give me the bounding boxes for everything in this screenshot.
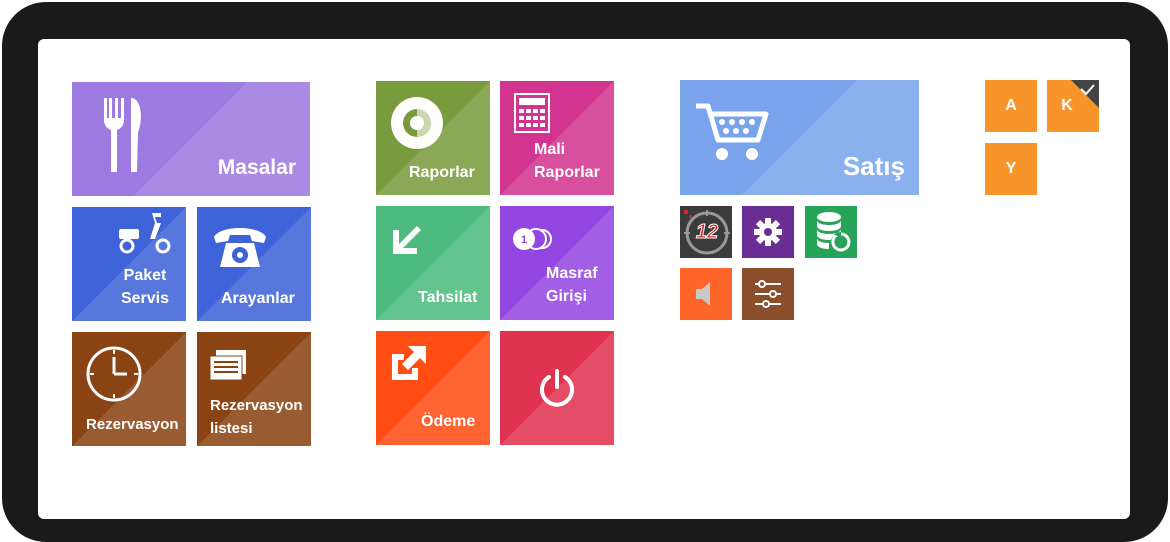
scooter-icon: [119, 213, 171, 254]
masalar-tile[interactable]: Masalar: [72, 82, 310, 196]
label-line: Raporlar: [534, 164, 600, 181]
letter-a-button[interactable]: A: [985, 80, 1037, 132]
day-counter-tile[interactable]: 12: [680, 206, 732, 258]
speaker-icon: [696, 282, 710, 306]
paket-servis-tile[interactable]: Paket Servis: [72, 207, 186, 321]
tahsilat-label: Tahsilat: [418, 289, 478, 306]
sound-tile[interactable]: [680, 268, 732, 320]
shopping-cart-icon: [696, 103, 769, 160]
label-line: Girişi: [546, 288, 587, 305]
calculator-icon: [514, 93, 550, 133]
power-icon: [540, 369, 574, 407]
settings-tile[interactable]: [742, 206, 794, 258]
telephone-icon: [214, 228, 266, 267]
label-line: Mali: [534, 141, 566, 158]
rezervasyon-tile[interactable]: Rezervasyon: [72, 332, 186, 446]
sliders-tile[interactable]: [742, 268, 794, 320]
masraf-girisi-label: Masraf Girişi: [546, 262, 598, 308]
satis-label: Satış: [842, 151, 905, 181]
database-tile[interactable]: [805, 206, 857, 258]
mali-raporlar-tile[interactable]: Mali Raporlar: [500, 81, 614, 195]
mali-raporlar-label: Mali Raporlar: [534, 138, 600, 184]
raporlar-tile[interactable]: Raporlar: [376, 81, 490, 195]
raporlar-label: Raporlar: [409, 164, 475, 181]
label-line: Masraf: [546, 265, 598, 282]
coins-icon: 1: [513, 228, 552, 250]
masalar-label: Masalar: [217, 156, 296, 179]
rezervasyon-listesi-tile[interactable]: Rezervasyon listesi: [197, 332, 311, 446]
database-refresh-icon: [817, 212, 851, 252]
power-tile[interactable]: [500, 331, 614, 445]
arayanlar-tile[interactable]: Arayanlar: [197, 207, 311, 321]
fork-knife-icon: [104, 98, 141, 172]
svg-text:1: 1: [521, 234, 527, 246]
sliders-icon: [755, 280, 781, 308]
list-icon: [210, 350, 246, 380]
checkmark-corner-icon: [1071, 80, 1099, 108]
masraf-girisi-tile[interactable]: 1 Masraf Girişi: [500, 206, 614, 320]
arrow-down-left-icon: [393, 226, 421, 254]
rezervasyon-listesi-label: Rezervasyon listesi: [210, 394, 303, 440]
paket-servis-label: Paket Servis: [112, 264, 178, 310]
letter-k-button[interactable]: K: [1047, 80, 1099, 132]
label-line: Rezervasyon: [210, 397, 303, 414]
label-line: Paket: [123, 267, 167, 284]
label-line: listesi: [210, 420, 253, 437]
odeme-tile[interactable]: Ödeme: [376, 331, 490, 445]
gear-icon: [754, 218, 782, 246]
letter-y-button[interactable]: Y: [985, 143, 1037, 195]
pie-chart-icon: [391, 97, 443, 149]
label-line: Servis: [120, 290, 170, 307]
clock-icon: [86, 346, 142, 402]
tahsilat-tile[interactable]: Tahsilat: [376, 206, 490, 320]
satis-tile[interactable]: Satış: [680, 80, 919, 195]
odeme-label: Ödeme: [421, 413, 476, 430]
rezervasyon-label: Rezervasyon: [86, 416, 179, 433]
arrow-up-right-icon: [392, 346, 426, 380]
day-counter-text: 12: [695, 221, 719, 244]
arayanlar-label: Arayanlar: [221, 290, 295, 307]
